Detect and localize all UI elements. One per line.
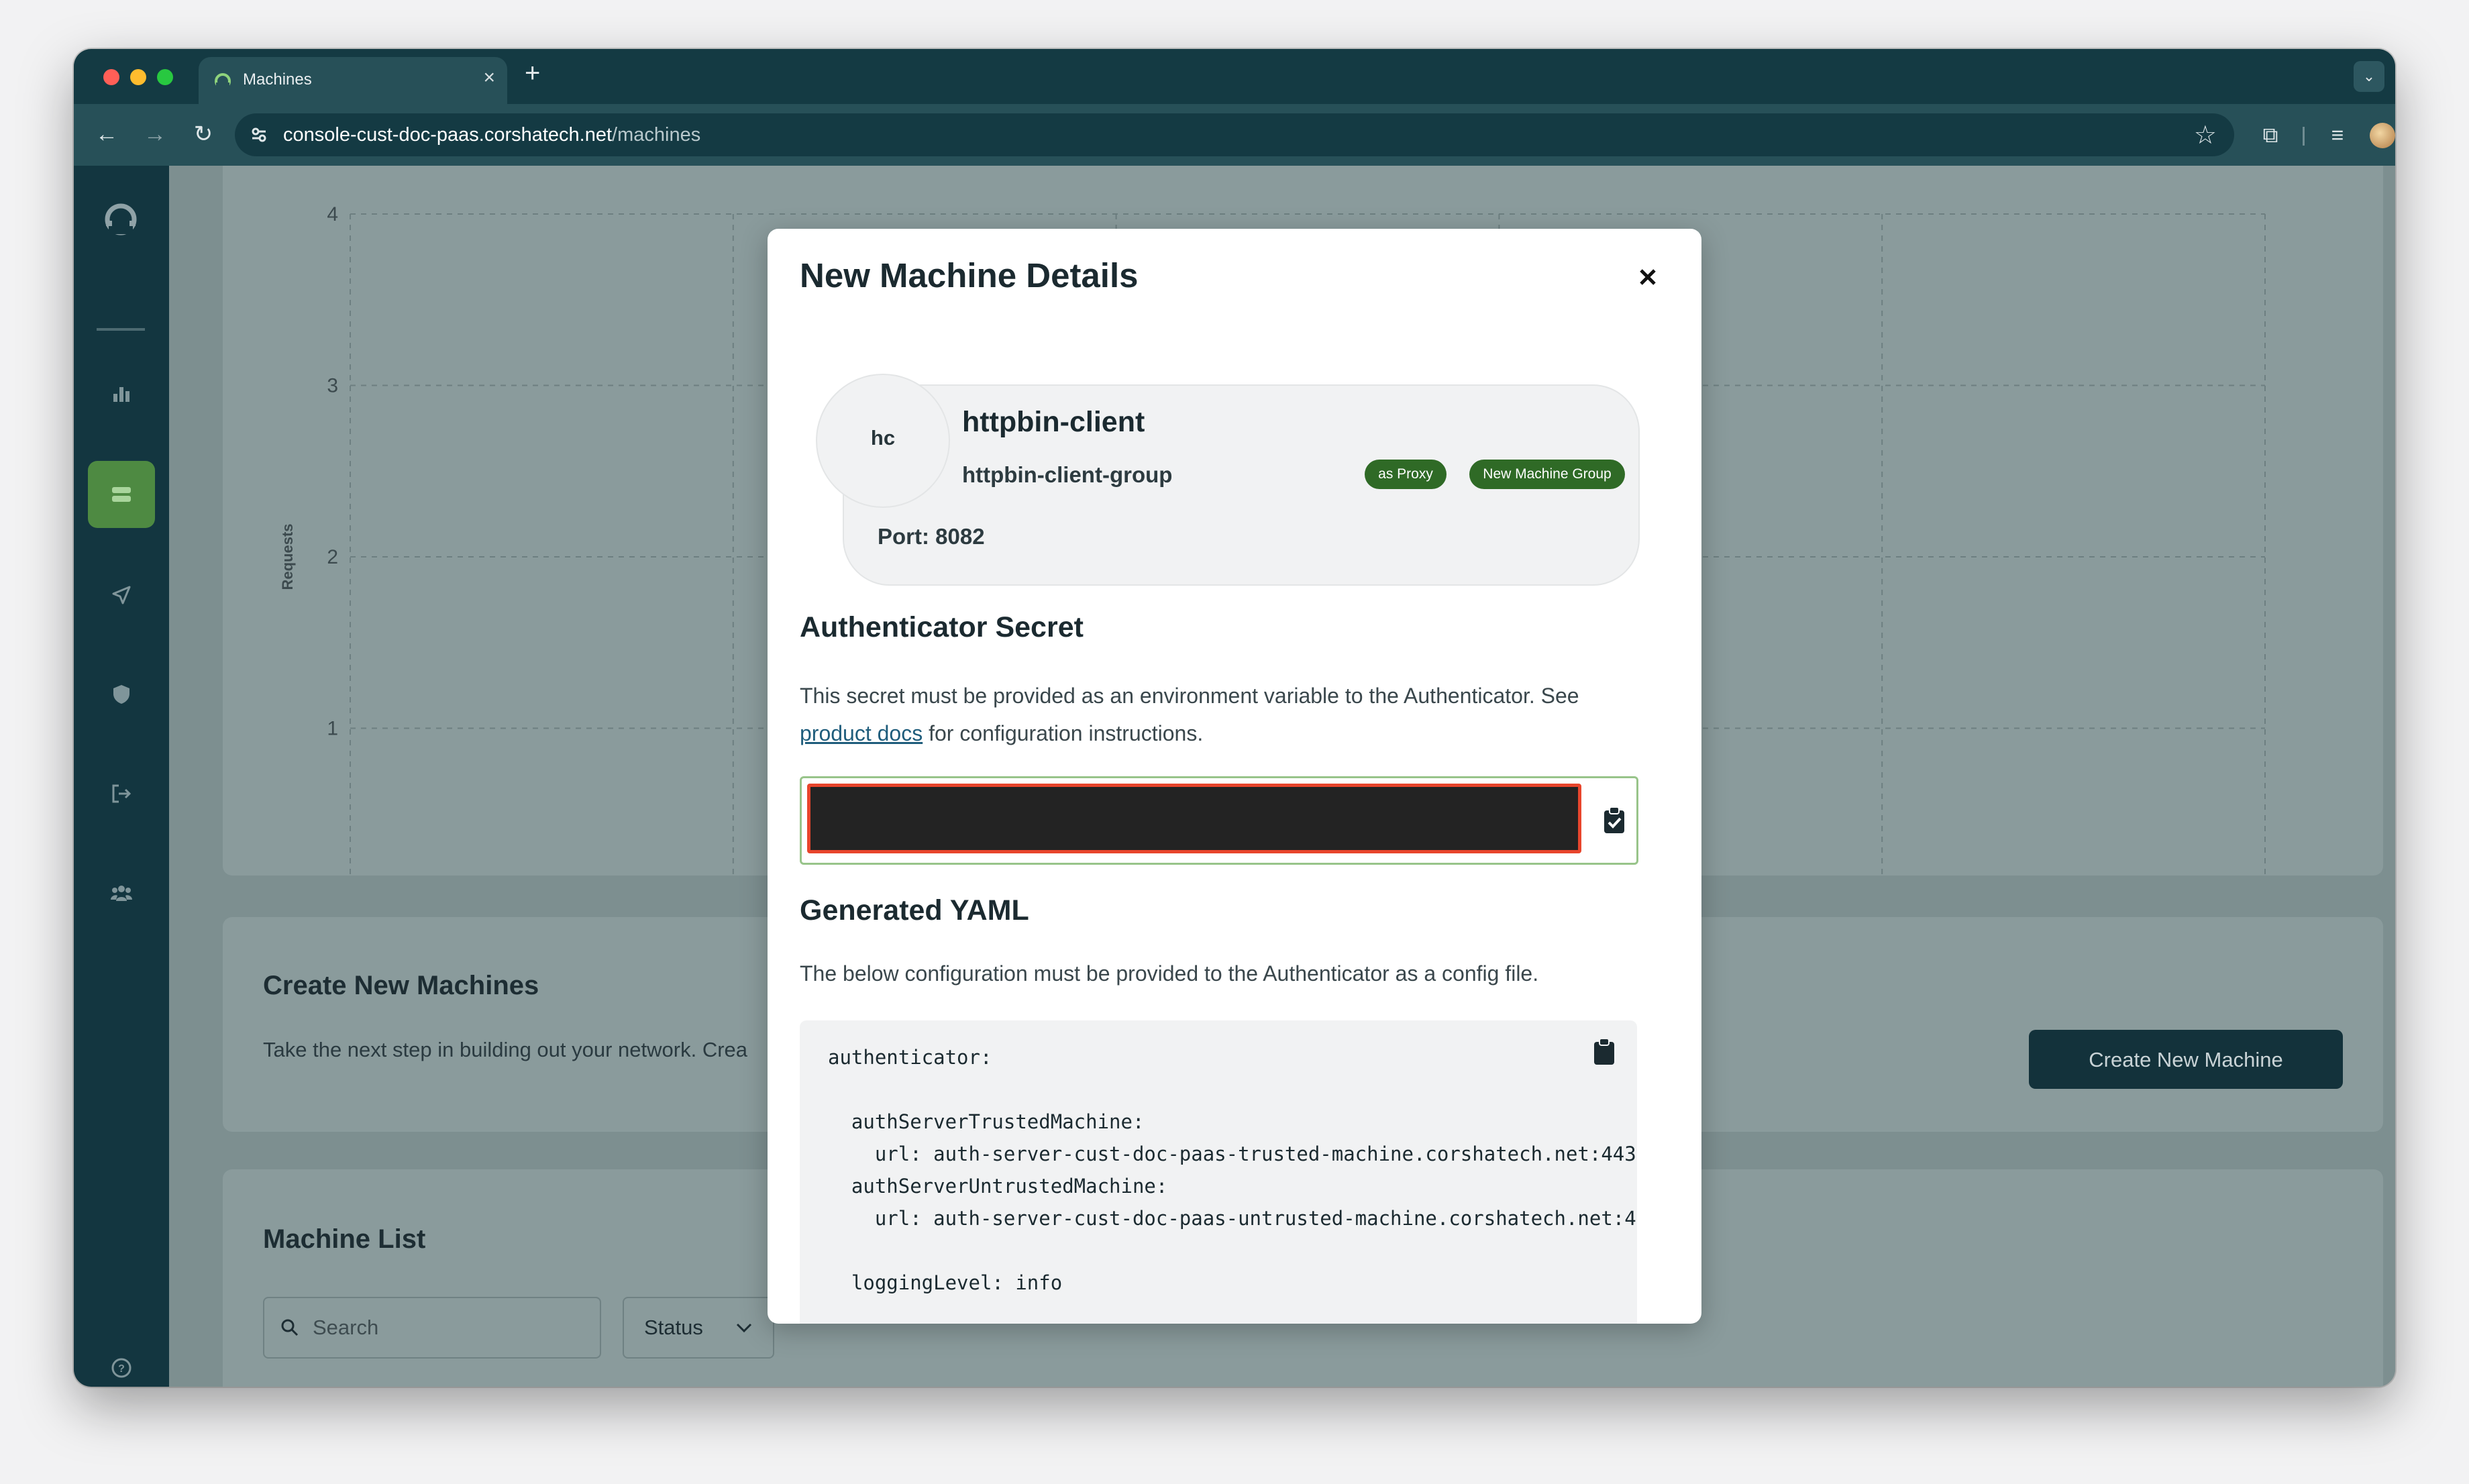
status-filter-label: Status [644,1316,703,1339]
browser-window: Machines × + ⌄ ← → ↻ console-cust-doc-pa… [74,49,2395,1387]
machine-port: Port: 8082 [878,524,985,549]
authenticator-secret-title: Authenticator Secret [800,611,1084,643]
tab-strip: Machines × + ⌄ [74,49,2395,104]
sidebar-item-help[interactable]: ? [88,1334,155,1387]
sidebar-item-users[interactable] [88,859,155,926]
sidebar-item-send[interactable] [88,562,155,629]
machine-list-title: Machine List [263,1224,426,1254]
new-tab-button[interactable]: + [525,58,540,89]
machine-initials: hc [870,426,896,449]
modal-title: New Machine Details [800,256,1139,295]
proxy-badge: as Proxy [1365,460,1447,489]
users-icon [111,886,132,901]
shield-icon [113,685,129,704]
sidebar-item-signout[interactable] [88,760,155,827]
yaml-line: authenticator: [828,1046,992,1069]
generated-yaml-title: Generated YAML [800,894,1029,926]
tab-close-icon[interactable]: × [483,66,495,89]
create-section-description: Take the next step in building out your … [263,1038,748,1061]
browser-tab[interactable]: Machines × [199,57,507,104]
new-group-badge: New Machine Group [1469,460,1625,489]
copy-secret-icon[interactable] [1603,806,1626,835]
app-sidebar: ? [74,166,169,1387]
new-machine-details-modal: New Machine Details hc httpbin-client ht… [768,229,1701,1324]
yaml-line: loggingLevel: info [828,1271,1063,1294]
sidebar-item-analytics[interactable] [88,360,155,427]
close-icon[interactable] [1634,264,1661,290]
tab-search-button[interactable]: ⌄ [2354,61,2384,92]
y-tick-label: 3 [327,375,338,397]
machine-search[interactable] [263,1297,601,1359]
y-tick-label: 2 [327,546,338,568]
bookmark-star-icon[interactable]: ☆ [2194,120,2217,150]
yaml-description: The below configuration must be provided… [800,961,1539,986]
redacted-secret-field[interactable] [807,784,1581,853]
search-input[interactable] [311,1312,582,1344]
logo-icon[interactable] [102,201,140,238]
machine-name: httpbin-client [962,406,1145,438]
create-section-title: Create New Machines [263,971,539,1000]
tab-title: Machines [243,70,312,89]
sidebar-item-security[interactable] [88,661,155,728]
browser-toolbar: ← → ↻ console-cust-doc-paas.corshatech.n… [74,104,2395,166]
secret-instructions: This secret must be provided as an envir… [800,684,1579,745]
close-window-button[interactable] [103,69,119,85]
svg-text:?: ? [118,1363,125,1375]
profile-avatar[interactable] [2370,123,2395,148]
chevron-down-icon [736,1323,752,1333]
yaml-line: authServerUntrustedMachine: [828,1175,1168,1198]
sign-out-icon [112,784,132,803]
machine-group: httpbin-client-group [962,462,1173,487]
copy-yaml-icon[interactable] [1593,1038,1616,1066]
sidebar-divider [97,328,145,331]
y-tick-label: 1 [327,718,338,740]
status-filter-dropdown[interactable]: Status [623,1297,774,1359]
machines-icon [112,487,131,502]
machine-avatar: hc [816,374,950,508]
minimize-window-button[interactable] [130,69,146,85]
machine-summary-card: hc httpbin-client httpbin-client-group a… [816,374,1640,586]
extensions-icon[interactable]: ⧉ [2256,120,2285,150]
toolbar-divider [2303,127,2305,146]
favicon-icon [215,73,231,89]
search-icon [281,1319,299,1336]
product-docs-link[interactable]: product docs [800,721,923,745]
yaml-line: url: auth-server-cust-doc-paas-untrusted… [828,1207,1637,1230]
forward-button[interactable]: → [140,119,170,150]
sidebar-item-machines[interactable] [88,461,155,528]
back-button[interactable]: ← [91,119,122,150]
yaml-line: url: auth-server-cust-doc-paas-trusted-m… [828,1143,1636,1165]
url-text: console-cust-doc-paas.corshatech.net/mac… [283,124,701,146]
reload-button[interactable]: ↻ [188,119,219,150]
yaml-code-block: authenticator: authServerTrustedMachine:… [800,1020,1637,1324]
site-info-icon[interactable] [248,124,270,146]
create-new-machine-button[interactable]: Create New Machine [2029,1030,2343,1089]
bar-chart-icon [113,387,129,402]
media-controls-icon[interactable]: ≡ [2323,120,2352,150]
secret-field-container [800,776,1638,865]
help-icon: ? [111,1358,132,1378]
address-bar[interactable]: console-cust-doc-paas.corshatech.net/mac… [235,113,2234,156]
y-axis-label: Requests [279,523,296,590]
y-tick-label: 4 [327,203,338,225]
yaml-line: authServerTrustedMachine: [828,1110,1145,1133]
maximize-window-button[interactable] [157,69,173,85]
send-icon [112,586,131,604]
